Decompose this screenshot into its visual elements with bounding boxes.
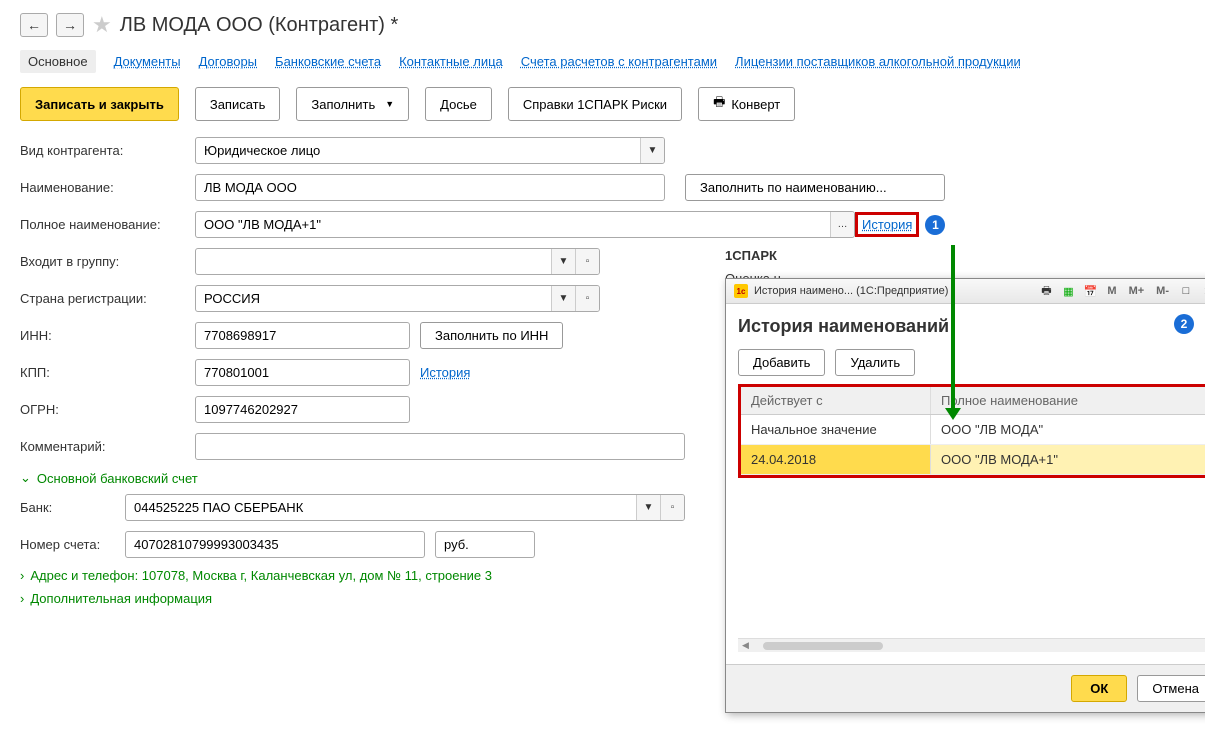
col-header-date[interactable]: Действует с — [741, 387, 931, 414]
annotation-arrow — [951, 245, 955, 410]
scroll-left-icon[interactable]: ◀ — [742, 640, 749, 651]
type-input[interactable] — [196, 138, 640, 163]
spark-title: 1СПАРК — [725, 248, 781, 263]
fill-button-label: Заполнить — [311, 97, 375, 112]
tab-bar: Основное Документы Договоры Банковские с… — [20, 50, 1185, 73]
window-restore-icon[interactable]: □ — [1178, 283, 1194, 299]
name-label: Наименование: — [20, 180, 195, 195]
bank-dropdown-button[interactable]: ▼ — [636, 495, 660, 520]
account-input[interactable] — [126, 532, 424, 557]
inn-input[interactable] — [196, 323, 409, 348]
name-input[interactable] — [196, 175, 664, 200]
popup-heading: История наименований — [738, 316, 1205, 337]
ok-button[interactable]: ОК — [1071, 675, 1127, 702]
inn-label: ИНН: — [20, 328, 195, 343]
scroll-thumb[interactable] — [763, 642, 883, 650]
print-icon — [713, 93, 725, 115]
kpp-input[interactable] — [196, 360, 409, 385]
cell-date: Начальное значение — [741, 415, 931, 444]
close-icon[interactable]: ✕ — [1200, 283, 1205, 299]
fill-button[interactable]: Заполнить ▼ — [296, 87, 409, 121]
table-row[interactable]: 24.04.2018 ООО "ЛВ МОДА+1" — [741, 445, 1205, 475]
page-title: ЛВ МОДА ООО (Контрагент) * — [120, 14, 399, 37]
bank-section-header[interactable]: ⌄ Основной банковский счет — [20, 470, 685, 486]
cancel-button[interactable]: Отмена — [1137, 675, 1205, 702]
chevron-right-icon: › — [20, 591, 24, 606]
col-header-name[interactable]: Полное наименование — [931, 387, 1205, 414]
extra-section-label: Дополнительная информация — [30, 591, 212, 606]
chevron-down-icon: ⌄ — [20, 470, 31, 486]
tab-contracts[interactable]: Договоры — [199, 54, 257, 69]
group-input[interactable] — [196, 249, 551, 274]
kpp-history-link[interactable]: История — [420, 365, 470, 380]
bank-open-button[interactable]: ▫ — [660, 495, 684, 520]
ogrn-label: ОГРН: — [20, 402, 195, 417]
bank-section-label: Основной банковский счет — [37, 471, 198, 486]
full-name-label: Полное наименование: — [20, 217, 195, 232]
full-name-history-link[interactable]: История — [862, 217, 912, 232]
print-icon[interactable]: 🖶 — [1038, 283, 1054, 299]
popup-title: История наимено... (1С:Предприятие) — [754, 285, 948, 297]
callout-2: 2 — [1174, 314, 1194, 334]
tab-settlements[interactable]: Счета расчетов с контрагентами — [521, 54, 717, 69]
m-button[interactable]: M — [1104, 285, 1119, 297]
tab-documents[interactable]: Документы — [114, 54, 181, 69]
group-dropdown-button[interactable]: ▼ — [551, 249, 575, 274]
app-1c-icon: 1c — [734, 284, 748, 298]
bank-input[interactable] — [126, 495, 636, 520]
dossier-button[interactable]: Досье — [425, 87, 492, 121]
fill-by-inn-button[interactable]: Заполнить по ИНН — [420, 322, 563, 349]
kpp-label: КПП: — [20, 365, 195, 380]
m-minus-button[interactable]: M- — [1153, 285, 1172, 297]
save-button[interactable]: Записать — [195, 87, 281, 121]
group-label: Входит в группу: — [20, 254, 195, 269]
chevron-down-icon: ▼ — [385, 99, 394, 109]
calendar-icon[interactable]: 📅 — [1082, 283, 1098, 299]
currency-input[interactable] — [436, 532, 535, 557]
tab-licenses[interactable]: Лицензии поставщиков алкогольной продукц… — [735, 54, 1021, 69]
country-open-button[interactable]: ▫ — [575, 286, 599, 311]
envelope-button[interactable]: Конверт — [698, 87, 795, 121]
table-row[interactable]: Начальное значение ООО "ЛВ МОДА" — [741, 415, 1205, 445]
type-label: Вид контрагента: — [20, 143, 195, 158]
type-dropdown-button[interactable]: ▼ — [640, 138, 664, 163]
tab-bank-accounts[interactable]: Банковские счета — [275, 54, 381, 69]
nav-forward-button[interactable]: → — [56, 13, 84, 37]
cell-date: 24.04.2018 — [741, 445, 931, 474]
address-section-header[interactable]: › Адрес и телефон: 107078, Москва г, Кала… — [20, 568, 685, 583]
grid-icon[interactable]: ▦ — [1060, 283, 1076, 299]
nav-back-button[interactable]: ← — [20, 13, 48, 37]
fill-by-name-button[interactable]: Заполнить по наименованию... — [685, 174, 945, 201]
full-name-ellipsis-button[interactable]: … — [830, 212, 854, 237]
cell-name: ООО "ЛВ МОДА+1" — [931, 445, 1205, 474]
save-close-button[interactable]: Записать и закрыть — [20, 87, 179, 121]
bank-label: Банк: — [20, 500, 125, 515]
delete-button[interactable]: Удалить — [835, 349, 915, 376]
comment-input[interactable] — [196, 434, 684, 459]
tab-contacts[interactable]: Контактные лица — [399, 54, 503, 69]
group-open-button[interactable]: ▫ — [575, 249, 599, 274]
country-dropdown-button[interactable]: ▼ — [551, 286, 575, 311]
tab-main[interactable]: Основное — [20, 50, 96, 73]
account-label: Номер счета: — [20, 537, 125, 552]
full-name-input[interactable] — [196, 212, 830, 237]
country-input[interactable] — [196, 286, 551, 311]
history-table: Действует с Полное наименование Начально… — [738, 384, 1205, 478]
extra-section-header[interactable]: › Дополнительная информация — [20, 591, 685, 606]
callout-1: 1 — [925, 215, 945, 235]
history-popup: 1c История наимено... (1С:Предприятие) 🖶… — [725, 278, 1205, 713]
cell-name: ООО "ЛВ МОДА" — [931, 415, 1205, 444]
country-label: Страна регистрации: — [20, 291, 195, 306]
add-button[interactable]: Добавить — [738, 349, 825, 376]
comment-label: Комментарий: — [20, 439, 195, 454]
horizontal-scrollbar[interactable]: ◀ — [738, 638, 1205, 652]
m-plus-button[interactable]: M+ — [1126, 285, 1148, 297]
chevron-right-icon: › — [20, 568, 24, 583]
ogrn-input[interactable] — [196, 397, 409, 422]
spark-button[interactable]: Справки 1СПАРК Риски — [508, 87, 682, 121]
envelope-label: Конверт — [731, 97, 780, 112]
favorite-star-icon[interactable]: ★ — [92, 12, 112, 38]
address-section-label: Адрес и телефон: 107078, Москва г, Калан… — [30, 568, 492, 583]
